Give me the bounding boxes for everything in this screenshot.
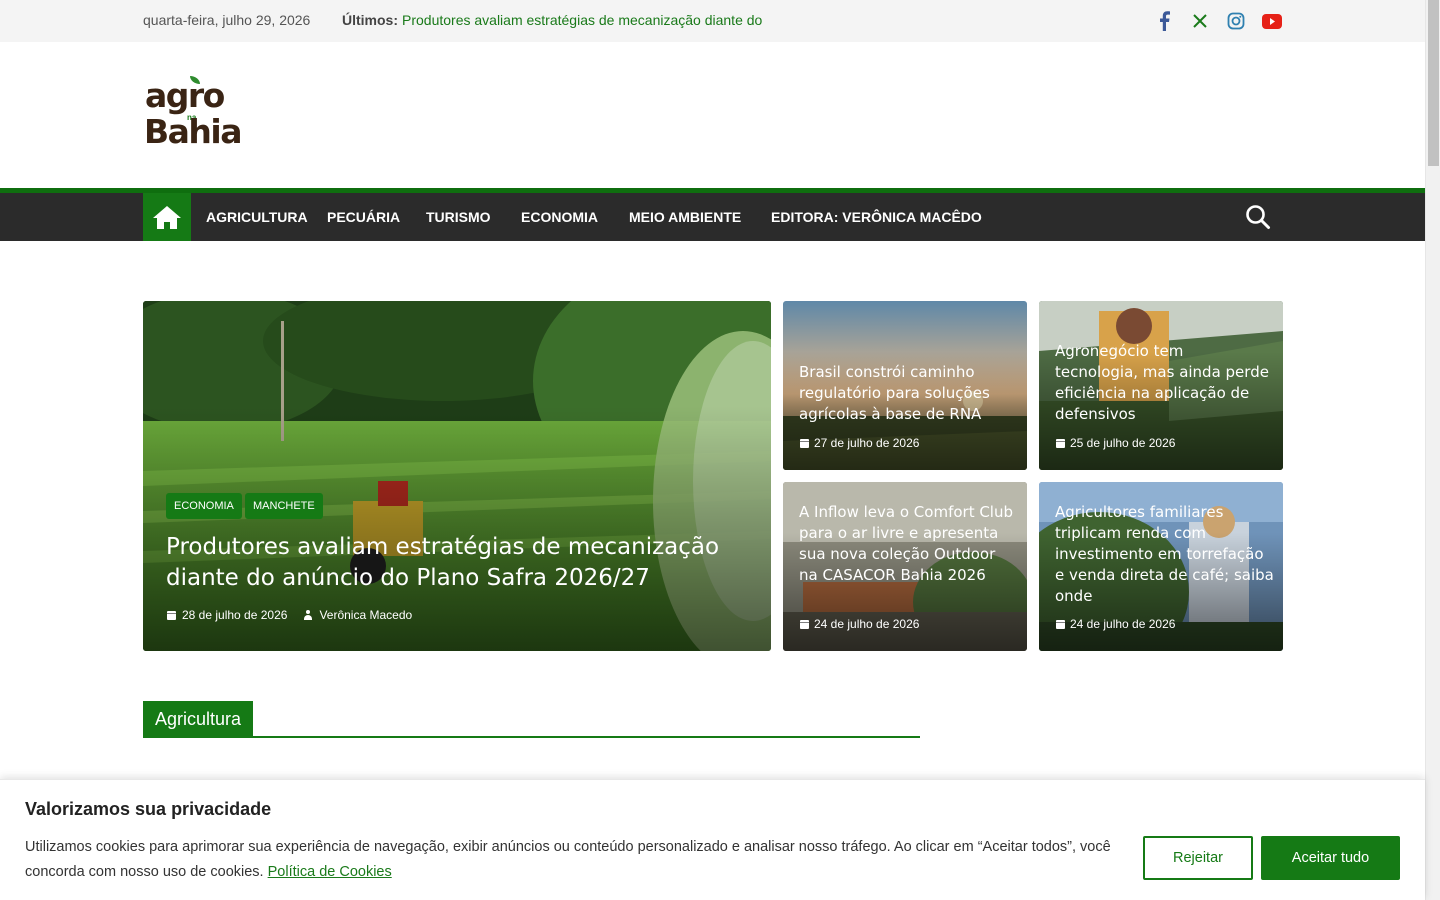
youtube-icon[interactable] [1261, 10, 1283, 32]
site-header: agro na Bahia [0, 42, 1425, 189]
current-date: quarta-feira, julho 29, 2026 [143, 12, 311, 28]
cookie-policy-link[interactable]: Política de Cookies [268, 864, 392, 880]
facebook-icon[interactable] [1153, 10, 1175, 32]
calendar-icon [1056, 619, 1065, 629]
scrollbar-thumb[interactable] [1428, 0, 1439, 166]
nav-item-meio-ambiente[interactable]: MEIO AMBIENTE [629, 209, 741, 225]
reject-cookies-button[interactable]: Rejeitar [1143, 836, 1253, 880]
nav-item-pecuaria[interactable]: PECUÁRIA [327, 209, 400, 225]
author-icon [303, 610, 313, 620]
latest-label: Últimos: [342, 12, 398, 28]
featured-card[interactable]: Brasil constrói caminho regulatório para… [783, 301, 1027, 470]
post-date[interactable]: 28 de julho de 2026 [182, 608, 287, 622]
post-date[interactable]: 24 de julho de 2026 [1070, 617, 1175, 631]
card-title[interactable]: A Inflow leva o Comfort Club para o ar l… [799, 502, 1014, 586]
cookie-heading: Valorizamos sua privacidade [25, 799, 272, 819]
post-author[interactable]: Verônica Macedo [319, 608, 412, 622]
search-icon[interactable] [1245, 204, 1271, 230]
calendar-icon [800, 619, 809, 629]
top-bar: quarta-feira, julho 29, 2026 Últimos: Pr… [0, 0, 1425, 42]
nav-item-turismo[interactable]: TURISMO [426, 209, 491, 225]
nav-item-editora[interactable]: EDITORA: VERÔNICA MACÊDO [771, 209, 982, 225]
section-heading-agricultura[interactable]: Agricultura [143, 701, 254, 737]
main-nav: AGRICULTURA PECUÁRIA TURISMO ECONOMIA ME… [0, 193, 1425, 241]
calendar-icon [800, 438, 809, 448]
featured-main-title[interactable]: Produtores avaliam estratégias de mecani… [166, 532, 746, 594]
featured-main-card[interactable] [143, 301, 771, 651]
calendar-icon [167, 610, 176, 620]
category-badge-manchete[interactable]: MANCHETE [245, 493, 323, 519]
home-button[interactable] [143, 193, 191, 241]
calendar-icon [1056, 438, 1065, 448]
featured-card[interactable]: Agricultores familiares triplicam renda … [1039, 482, 1283, 651]
accept-cookies-button[interactable]: Aceitar tudo [1261, 836, 1400, 880]
featured-card[interactable]: Agronegócio tem tecnologia, mas ainda pe… [1039, 301, 1283, 470]
post-date[interactable]: 27 de julho de 2026 [814, 436, 919, 450]
page-scrollbar[interactable] [1425, 0, 1440, 900]
section-divider [143, 736, 920, 738]
card-title[interactable]: Agronegócio tem tecnologia, mas ainda pe… [1055, 341, 1270, 425]
site-logo[interactable]: agro na Bahia [144, 74, 244, 152]
post-date[interactable]: 24 de julho de 2026 [814, 617, 919, 631]
latest-news-link[interactable]: Produtores avaliam estratégias de mecani… [402, 12, 762, 28]
category-badge-economia[interactable]: ECONOMIA [166, 493, 242, 519]
featured-card[interactable]: A Inflow leva o Comfort Club para o ar l… [783, 482, 1027, 651]
x-icon[interactable] [1189, 10, 1211, 32]
nav-item-agricultura[interactable]: AGRICULTURA [206, 209, 308, 225]
cookie-text: Utilizamos cookies para aprimorar sua ex… [25, 839, 1111, 880]
home-icon [153, 206, 181, 229]
post-date[interactable]: 25 de julho de 2026 [1070, 436, 1175, 450]
featured-main-meta: 28 de julho de 2026 Verônica Macedo [167, 608, 412, 622]
cookie-banner: Valorizamos sua privacidade Utilizamos c… [0, 779, 1425, 900]
card-title[interactable]: Brasil constrói caminho regulatório para… [799, 362, 1014, 425]
nav-item-economia[interactable]: ECONOMIA [521, 209, 598, 225]
instagram-icon[interactable] [1225, 10, 1247, 32]
card-title[interactable]: Agricultores familiares triplicam renda … [1055, 502, 1275, 607]
